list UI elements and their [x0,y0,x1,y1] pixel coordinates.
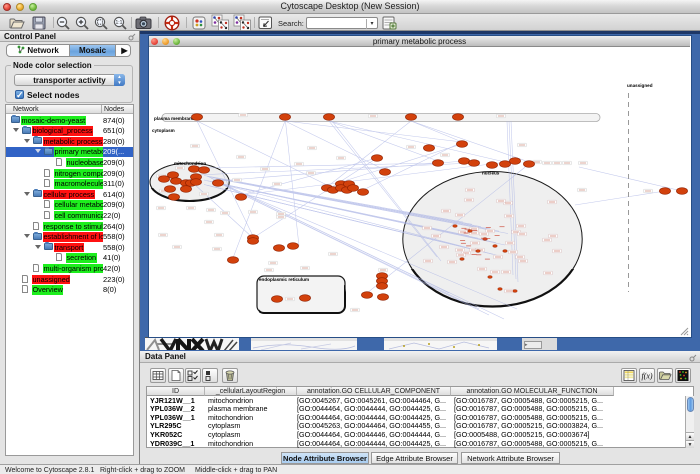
svg-text:nucleus: nucleus [482,171,500,176]
svg-text:mitochondrion: mitochondrion [174,161,206,166]
svg-text:f(x): f(x) [641,372,652,381]
svg-text:plasma membrane: plasma membrane [154,116,195,121]
svg-text:endoplasmic reticulum: endoplasmic reticulum [259,277,309,282]
svg-text:unassigned: unassigned [627,83,653,88]
svg-text:1:1: 1:1 [116,20,123,26]
svg-text:cytoplasm: cytoplasm [152,128,175,133]
